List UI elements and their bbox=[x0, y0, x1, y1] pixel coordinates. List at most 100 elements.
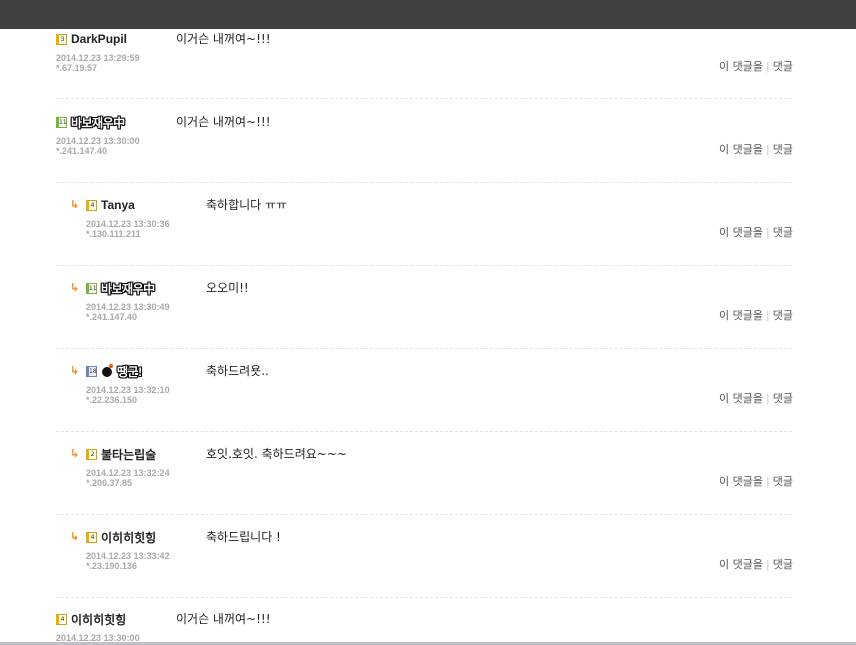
level-badge-icon: 3 bbox=[56, 33, 67, 45]
reply-item: ↳ 11 바보재우中 2014.12.23 13:30:49 *.241.147… bbox=[0, 280, 856, 364]
comment-separator bbox=[56, 182, 792, 183]
comment-date: 2014.12.23 13:30:49 bbox=[86, 302, 170, 312]
bomb-icon bbox=[101, 364, 113, 377]
reply-to-comment-link[interactable]: 이 댓글을 bbox=[719, 226, 763, 239]
reply-link[interactable]: 댓글 bbox=[773, 226, 793, 239]
reply-link[interactable]: 댓글 bbox=[773, 143, 793, 156]
author-nickname[interactable]: 이히히힛힝 bbox=[101, 529, 156, 546]
level-badge-icon: 4 bbox=[86, 199, 97, 211]
comment-actions: 이 댓글을 | 댓글 bbox=[719, 392, 793, 406]
comment-header: ↳ 2 불타는립술 bbox=[70, 446, 156, 462]
comment-date: 2014.12.23 13:30:36 bbox=[86, 219, 170, 229]
comment-item: 3 DarkPupil 2014.12.23 13:29:59 *.67.19.… bbox=[0, 31, 856, 115]
comment-ip: *.23.190.136 bbox=[86, 561, 138, 571]
action-divider: | bbox=[766, 558, 770, 571]
reply-item: ↳ 4 Tanya 2014.12.23 13:30:36 *.130.111.… bbox=[0, 197, 856, 281]
comment-meta: 2014.12.23 13:29:59 *.67.19.57 bbox=[56, 53, 140, 73]
reply-link[interactable]: 댓글 bbox=[773, 309, 793, 322]
comment-actions: 이 댓글을 | 댓글 bbox=[719, 475, 793, 489]
comment-actions: 이 댓글을 | 댓글 bbox=[719, 558, 793, 572]
comment-actions: 이 댓글을 | 댓글 bbox=[719, 309, 793, 323]
comment-separator bbox=[56, 431, 792, 432]
comment-date: 2014.12.23 13:32:24 bbox=[86, 468, 170, 478]
comment-date: 2014.12.23 13:29:59 bbox=[56, 53, 140, 63]
level-badge-icon: 11 bbox=[86, 282, 97, 294]
comment-meta: 2014.12.23 13:32:10 *.22.236.150 bbox=[86, 385, 170, 405]
comment-actions: 이 댓글을 | 댓글 bbox=[719, 143, 793, 157]
comment-text: 이거슨 내꺼여~!!! bbox=[176, 612, 271, 626]
comment-item: 4 이히히힛힝 2014.12.23 13:30:00 이거슨 내꺼여~!!! bbox=[0, 611, 856, 645]
author-nickname-image[interactable]: 바보재우中 bbox=[71, 114, 125, 131]
reply-item: ↳ 4 이히히힛힝 2014.12.23 13:33:42 *.23.190.1… bbox=[0, 529, 856, 613]
reply-to-comment-link[interactable]: 이 댓글을 bbox=[719, 309, 763, 322]
comment-header: ↳ 4 Tanya bbox=[70, 197, 135, 213]
action-divider: | bbox=[766, 392, 770, 405]
comment-text: 이거슨 내꺼여~!!! bbox=[176, 32, 271, 46]
level-badge-icon: 18 bbox=[86, 365, 97, 377]
comment-header: ↳ 18 땡군! bbox=[70, 363, 142, 379]
reply-to-comment-link[interactable]: 이 댓글을 bbox=[719, 475, 763, 488]
comment-ip: *.67.19.57 bbox=[56, 63, 98, 73]
comment-actions: 이 댓글을 | 댓글 bbox=[719, 226, 793, 240]
reply-item: ↳ 2 불타는립술 2014.12.23 13:32:24 *.200.37.8… bbox=[0, 446, 856, 530]
comment-header: ↳ 11 바보재우中 bbox=[70, 280, 155, 296]
comment-text: 축하드립니다 ! bbox=[206, 530, 281, 544]
comment-meta: 2014.12.23 13:33:42 *.23.190.136 bbox=[86, 551, 170, 571]
reply-arrow-icon: ↳ bbox=[70, 281, 80, 294]
comment-list: 3 DarkPupil 2014.12.23 13:29:59 *.67.19.… bbox=[0, 29, 856, 645]
level-badge-icon: 11 bbox=[56, 116, 67, 128]
comment-separator bbox=[56, 514, 792, 515]
level-badge-icon: 4 bbox=[56, 613, 67, 625]
reply-arrow-icon: ↳ bbox=[70, 198, 80, 211]
reply-link[interactable]: 댓글 bbox=[773, 392, 793, 405]
comment-ip: *.200.37.85 bbox=[86, 478, 133, 488]
comment-ip: *.22.236.150 bbox=[86, 395, 138, 405]
comment-meta: 2014.12.23 13:32:24 *.200.37.85 bbox=[86, 468, 170, 488]
comment-separator bbox=[56, 98, 792, 99]
comment-header: ↳ 4 이히히힛힝 bbox=[70, 529, 156, 545]
comment-text: 오오미!! bbox=[206, 281, 249, 295]
reply-to-comment-link[interactable]: 이 댓글을 bbox=[719, 143, 763, 156]
reply-to-comment-link[interactable]: 이 댓글을 bbox=[719, 558, 763, 571]
comment-separator bbox=[56, 597, 792, 598]
comment-text: 축하드려욧.. bbox=[206, 364, 269, 378]
action-divider: | bbox=[766, 226, 770, 239]
reply-arrow-icon: ↳ bbox=[70, 364, 80, 377]
level-badge-icon: 4 bbox=[86, 531, 97, 543]
comment-ip: *.130.111.211 bbox=[86, 229, 141, 239]
author-nickname[interactable]: DarkPupil bbox=[71, 32, 127, 46]
action-divider: | bbox=[766, 475, 770, 488]
browser-top-bar bbox=[0, 0, 856, 29]
comment-date: 2014.12.23 13:30:00 bbox=[56, 136, 140, 146]
reply-link[interactable]: 댓글 bbox=[773, 60, 793, 73]
level-badge-icon: 2 bbox=[86, 448, 97, 460]
author-nickname-image[interactable]: 땡군! bbox=[117, 363, 142, 380]
comment-item: 11 바보재우中 2014.12.23 13:30:00 *.241.147.4… bbox=[0, 114, 856, 198]
reply-link[interactable]: 댓글 bbox=[773, 558, 793, 571]
comment-header: 11 바보재우中 bbox=[56, 114, 125, 130]
comment-text: 축하합니다 ㅠㅠ bbox=[206, 198, 288, 212]
comment-header: 3 DarkPupil bbox=[56, 31, 127, 47]
author-nickname-image[interactable]: 바보재우中 bbox=[101, 280, 155, 297]
comment-meta: 2014.12.23 13:30:00 *.241.147.40 bbox=[56, 136, 140, 156]
comment-ip: *.241.147.40 bbox=[56, 146, 108, 156]
action-divider: | bbox=[766, 143, 770, 156]
comment-text: 호잇.호잇. 축하드려요~~~ bbox=[206, 447, 347, 461]
reply-link[interactable]: 댓글 bbox=[773, 475, 793, 488]
comment-meta: 2014.12.23 13:30:36 *.130.111.211 bbox=[86, 219, 170, 239]
reply-to-comment-link[interactable]: 이 댓글을 bbox=[719, 60, 763, 73]
comment-separator bbox=[56, 265, 792, 266]
author-nickname[interactable]: 이히히힛힝 bbox=[71, 611, 126, 628]
action-divider: | bbox=[766, 60, 770, 73]
author-nickname[interactable]: Tanya bbox=[101, 198, 135, 212]
reply-item: ↳ 18 땡군! 2014.12.23 13:32:10 *.22.236.15… bbox=[0, 363, 856, 447]
reply-arrow-icon: ↳ bbox=[70, 447, 80, 460]
comment-header: 4 이히히힛힝 bbox=[56, 611, 126, 627]
comment-meta: 2014.12.23 13:30:49 *.241.147.40 bbox=[86, 302, 170, 322]
comment-date: 2014.12.23 13:33:42 bbox=[86, 551, 170, 561]
reply-arrow-icon: ↳ bbox=[70, 530, 80, 543]
action-divider: | bbox=[766, 309, 770, 322]
reply-to-comment-link[interactable]: 이 댓글을 bbox=[719, 392, 763, 405]
comment-ip: *.241.147.40 bbox=[86, 312, 138, 322]
author-nickname[interactable]: 불타는립술 bbox=[101, 446, 156, 463]
